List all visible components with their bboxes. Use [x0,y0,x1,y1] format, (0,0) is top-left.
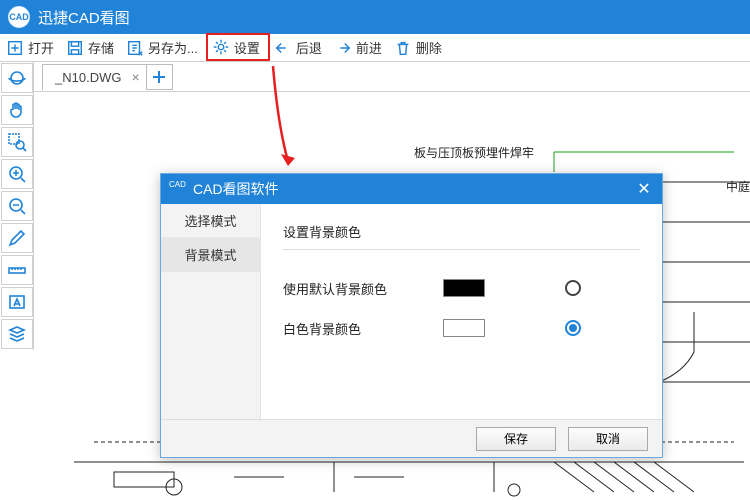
redo-icon [334,39,352,57]
section-title: 设置背景颜色 [283,222,640,241]
save-as-icon [126,39,144,57]
titlebar: CAD 迅捷CAD看图 [0,0,750,34]
dialog-sidebar: 选择模式 背景模式 [161,204,261,419]
tool-zoom-out[interactable] [1,191,33,221]
open-button[interactable]: 打开 [2,35,62,61]
trash-icon [394,39,412,57]
add-tab-button[interactable] [147,64,173,90]
toolbar: 打开 存储 另存为... 设置 后退 前进 删除 [0,34,750,62]
back-label: 后退 [296,38,322,57]
settings-dialog: CAD CAD看图软件 ✕ 选择模式 背景模式 设置背景颜色 使用默认背景颜色 … [160,173,663,458]
dialog-close-button[interactable]: ✕ [634,179,654,199]
delete-button[interactable]: 删除 [390,35,450,61]
dialog-title: CAD看图软件 [193,179,279,199]
open-label: 打开 [28,38,54,57]
dialog-titlebar[interactable]: CAD CAD看图软件 ✕ [161,174,662,204]
tool-pan[interactable] [1,95,33,125]
close-icon: ✕ [637,179,650,199]
option-white-bg: 白色背景颜色 [283,308,640,348]
dialog-save-button[interactable]: 保存 [476,427,556,451]
plus-icon [152,70,166,84]
gear-icon [212,38,230,56]
pencil-icon [7,228,27,248]
tool-zoom-in[interactable] [1,159,33,189]
save-button[interactable]: 存储 [62,35,122,61]
radio-white-bg[interactable] [565,320,581,336]
plus-box-icon [6,39,24,57]
dialog-footer: 保存 取消 [161,419,662,457]
back-button[interactable]: 后退 [270,35,330,61]
option-default-bg: 使用默认背景颜色 [283,268,640,308]
tool-line[interactable] [1,223,33,253]
dialog-content: 设置背景颜色 使用默认背景颜色 白色背景颜色 [261,204,662,419]
forward-button[interactable]: 前进 [330,35,390,61]
hand-icon [7,100,27,120]
sidebar-bg-mode[interactable]: 背景模式 [161,238,260,272]
save-icon [66,39,84,57]
undo-icon [274,39,292,57]
tool-text[interactable] [1,287,33,317]
sidebar-select-mode[interactable]: 选择模式 [161,204,260,238]
save-as-button[interactable]: 另存为... [122,35,206,61]
dialog-app-icon: CAD [169,180,187,198]
dialog-body: 选择模式 背景模式 设置背景颜色 使用默认背景颜色 白色背景颜色 [161,204,662,419]
radio-default-bg[interactable] [565,280,581,296]
orbit-icon [7,68,27,88]
tool-strip [0,62,34,350]
file-tab-label: _N10.DWG [55,70,121,85]
file-tab[interactable]: _N10.DWG × [42,64,147,90]
swatch-black [443,279,485,297]
zoom-in-icon [7,164,27,184]
ruler-icon [7,260,27,280]
layers-icon [7,324,27,344]
tool-window-zoom[interactable] [1,127,33,157]
forward-label: 前进 [356,38,382,57]
delete-label: 删除 [416,38,442,57]
app-title: 迅捷CAD看图 [38,7,130,28]
tool-orbit[interactable] [1,63,33,93]
save-as-label: 另存为... [148,38,198,57]
tab-row: _N10.DWG × [0,62,750,92]
settings-label: 设置 [234,38,260,57]
dialog-cancel-button[interactable]: 取消 [568,427,648,451]
zoom-window-icon [7,132,27,152]
swatch-white [443,319,485,337]
tool-layers[interactable] [1,319,33,349]
zoom-out-icon [7,196,27,216]
canvas-label-weld: 板与压顶板预埋件焊牢 [414,144,534,161]
app-icon: CAD [8,6,30,28]
tool-measure[interactable] [1,255,33,285]
canvas-label-mid: 中庭 [726,178,750,195]
settings-button[interactable]: 设置 [206,33,270,61]
close-tab-icon[interactable]: × [131,69,139,85]
save-label: 存储 [88,38,114,57]
text-icon [7,292,27,312]
divider [283,249,640,250]
option-default-label: 使用默认背景颜色 [283,279,403,298]
option-white-label: 白色背景颜色 [283,319,403,338]
